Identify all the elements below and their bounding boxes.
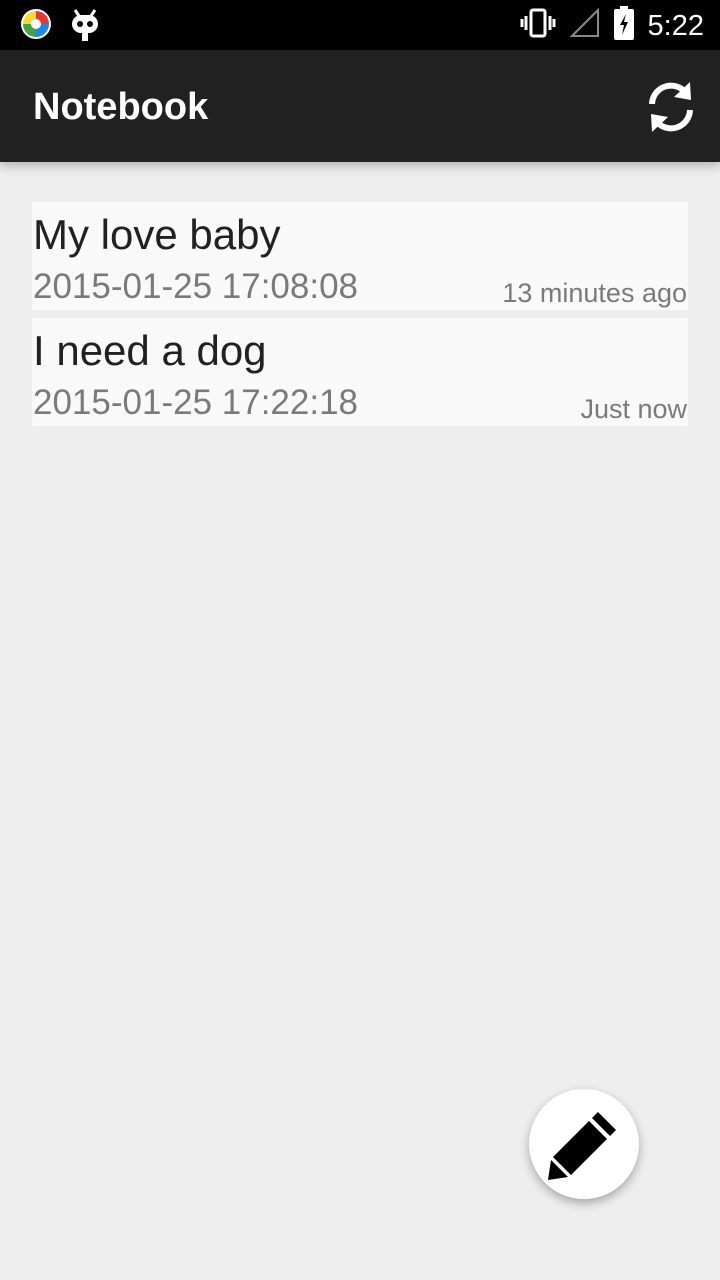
refresh-button[interactable] bbox=[644, 80, 698, 134]
app-launcher-icon bbox=[20, 8, 52, 47]
note-date: 2015-01-25 17:08:08 bbox=[33, 267, 358, 306]
app-bar: Notebook bbox=[0, 50, 720, 162]
note-item[interactable]: I need a dog 2015-01-25 17:22:18 Just no… bbox=[32, 318, 688, 426]
cyanogen-mascot-icon bbox=[70, 8, 100, 47]
note-item[interactable]: My love baby 2015-01-25 17:08:08 13 minu… bbox=[32, 202, 688, 310]
status-time: 5:22 bbox=[647, 9, 704, 42]
note-date: 2015-01-25 17:22:18 bbox=[33, 383, 358, 422]
note-list: My love baby 2015-01-25 17:08:08 13 minu… bbox=[32, 202, 688, 434]
battery-charging-icon bbox=[613, 6, 634, 45]
note-relative-time: 13 minutes ago bbox=[502, 278, 687, 308]
note-relative-time: Just now bbox=[580, 394, 687, 424]
app-title: Notebook bbox=[33, 86, 209, 128]
new-note-button[interactable] bbox=[529, 1089, 639, 1199]
refresh-icon bbox=[649, 82, 693, 132]
no-signal-icon bbox=[569, 7, 600, 43]
note-title: I need a dog bbox=[33, 327, 267, 374]
status-bar: 5:22 bbox=[0, 0, 720, 50]
pencil-icon bbox=[548, 1112, 616, 1180]
vibrate-icon bbox=[520, 7, 556, 44]
note-title: My love baby bbox=[33, 211, 281, 258]
